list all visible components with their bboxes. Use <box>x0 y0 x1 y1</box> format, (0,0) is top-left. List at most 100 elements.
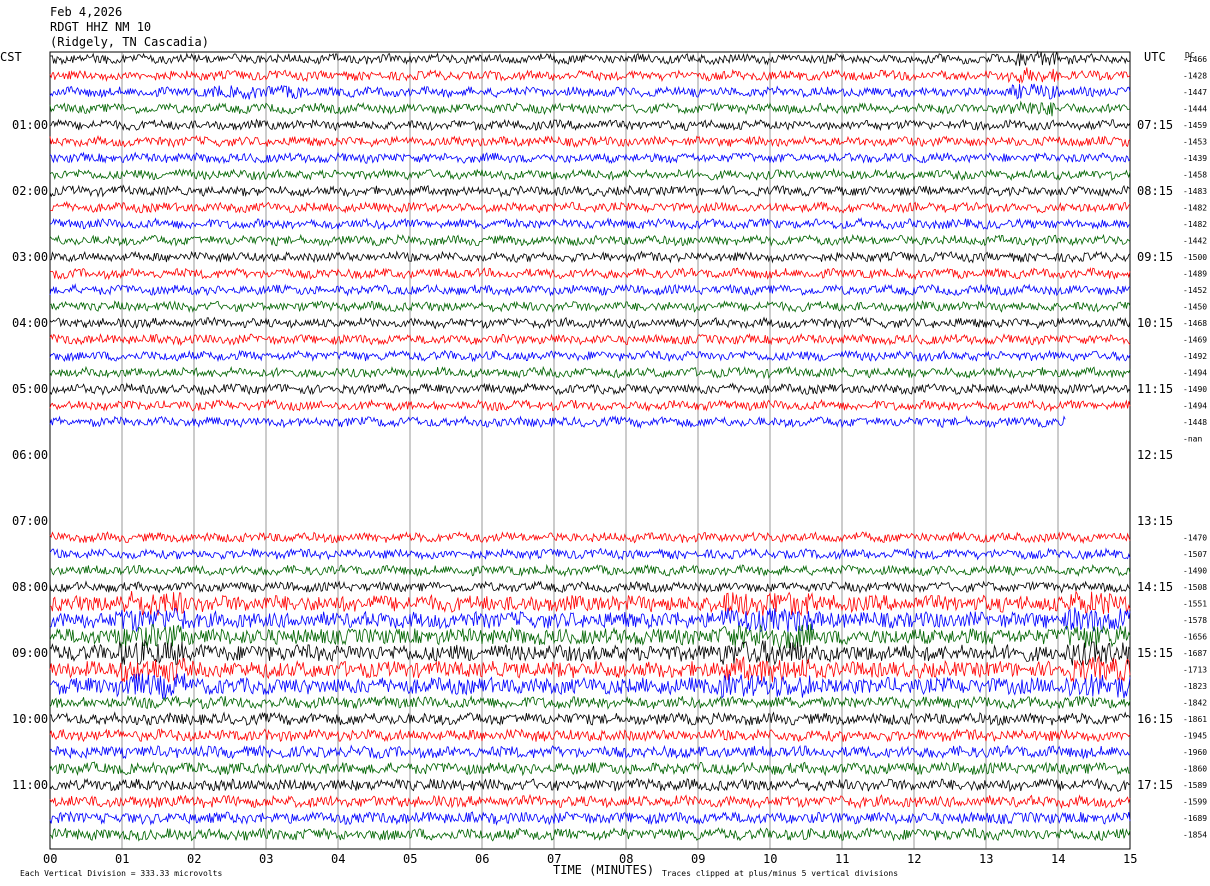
dc-offset-label: -1468 <box>1183 319 1207 328</box>
clip-note: Traces clipped at plus/minus 5 vertical … <box>662 869 898 878</box>
dc-offset-label: -1458 <box>1183 171 1207 180</box>
x-tick-label: 04 <box>331 852 345 866</box>
trace-line <box>49 810 1131 826</box>
dc-offset-label: -1713 <box>1183 666 1207 675</box>
trace-line <box>49 580 1131 594</box>
left-hour-label: 06:00 <box>12 448 48 462</box>
dc-offset-label: -1492 <box>1183 352 1207 361</box>
dc-offset-label: -1599 <box>1183 798 1207 807</box>
dc-offset-label: -1444 <box>1183 105 1207 114</box>
dc-offset-label: -1854 <box>1183 831 1207 840</box>
trace-line <box>49 217 1131 231</box>
dc-offset-label: -1447 <box>1183 88 1207 97</box>
trace-line <box>49 67 1131 84</box>
right-hour-label: 09:15 <box>1137 250 1173 264</box>
right-hour-label: 13:15 <box>1137 514 1173 528</box>
station-code: RDGT HHZ NM 10 <box>50 20 151 34</box>
dc-offset-label: -1861 <box>1183 715 1207 724</box>
station-location: (Ridgely, TN Cascadia) <box>50 35 209 49</box>
x-tick-label: 06 <box>475 852 489 866</box>
right-hour-label: 11:15 <box>1137 382 1173 396</box>
trace-line <box>49 607 1131 633</box>
dc-offset-label: -1489 <box>1183 270 1207 279</box>
trace-line <box>49 283 1131 297</box>
right-hour-label: 17:15 <box>1137 778 1173 792</box>
dc-offset-label: -1470 <box>1183 534 1207 543</box>
trace-line <box>49 777 1131 792</box>
x-tick-label: 00 <box>43 852 57 866</box>
trace-line <box>49 266 1131 281</box>
x-tick-label: 05 <box>403 852 417 866</box>
trace-line <box>49 333 1131 347</box>
x-tick-label: 03 <box>259 852 273 866</box>
dc-offset-label: -1507 <box>1183 550 1207 559</box>
dc-offset-label: -1823 <box>1183 682 1207 691</box>
right-hour-label: 14:15 <box>1137 580 1173 594</box>
dc-offset-label: -1494 <box>1183 369 1207 378</box>
trace-line <box>49 200 1131 214</box>
left-timezone-label: CST <box>0 50 22 64</box>
left-hour-label: 05:00 <box>12 382 48 396</box>
dc-offset-label: -1589 <box>1183 781 1207 790</box>
dc-offset-label: -1439 <box>1183 154 1207 163</box>
trace-line <box>49 100 1131 117</box>
right-hour-label: 08:15 <box>1137 184 1173 198</box>
left-hour-label: 11:00 <box>12 778 48 792</box>
dc-offset-label: -1466 <box>1183 55 1207 64</box>
dc-offset-label: -1490 <box>1183 385 1207 394</box>
trace-line <box>49 184 1131 198</box>
trace-line <box>49 547 1131 561</box>
dc-offset-label: -1482 <box>1183 204 1207 213</box>
dc-offset-labels: -1466 -1428 -1447 -1444 -1459 -1453 -1439 -1458… <box>1183 55 1207 840</box>
dc-offset-label: -1945 <box>1183 732 1207 741</box>
dc-offset-label: -1500 <box>1183 253 1207 262</box>
x-tick-label: 11 <box>835 852 849 866</box>
trace-line <box>49 382 1131 396</box>
dc-offset-label: -1960 <box>1183 748 1207 757</box>
x-tick-label: 12 <box>907 852 921 866</box>
dc-offset-label: -1452 <box>1183 286 1207 295</box>
dc-offset-label: -1860 <box>1183 765 1207 774</box>
trace-line <box>50 250 1131 264</box>
left-hour-label: 03:00 <box>12 250 48 264</box>
trace-line <box>49 761 1131 777</box>
dc-offset-label: -1483 <box>1183 187 1207 196</box>
trace-line <box>49 349 1131 363</box>
trace-line <box>49 793 1131 810</box>
dc-offset-label: -1428 <box>1183 72 1207 81</box>
dc-offset-label: -1450 <box>1183 303 1207 312</box>
left-hour-label: 07:00 <box>12 514 48 528</box>
x-tick-label: 09 <box>691 852 705 866</box>
dc-offset-label: -1442 <box>1183 237 1207 246</box>
trace-line <box>49 531 1131 545</box>
right-hour-label: 10:15 <box>1137 316 1173 330</box>
left-hour-label: 10:00 <box>12 712 48 726</box>
left-hour-label: 08:00 <box>12 580 48 594</box>
helicorder-chart: Feb 4,2026 RDGT HHZ NM 10 (Ridgely, TN C… <box>0 5 1207 878</box>
x-tick-label: 14 <box>1051 852 1065 866</box>
trace-line <box>49 694 1131 710</box>
left-hour-label: 09:00 <box>12 646 48 660</box>
right-hour-label: 07:15 <box>1137 118 1173 132</box>
dc-offset-label: -1508 <box>1183 583 1207 592</box>
dc-offset-label: -1578 <box>1183 616 1207 625</box>
dc-offset-label: -nan <box>1183 435 1202 444</box>
dc-offset-label: -1494 <box>1183 402 1207 411</box>
trace-line <box>49 118 1131 132</box>
trace-line <box>49 590 1131 617</box>
trace-line <box>49 623 1131 651</box>
trace-line <box>49 827 1131 842</box>
right-hour-labels: 07:15 08:15 09:15 10:15 11:15 12:15 13:15 14:15… <box>1137 118 1173 792</box>
scale-note: Each Vertical Division = 333.33 microvol… <box>20 869 222 878</box>
trace-line <box>49 365 1131 380</box>
trace-line <box>50 50 1131 67</box>
left-hour-label: 01:00 <box>12 118 48 132</box>
left-hour-label: 02:00 <box>12 184 48 198</box>
right-timezone-label: UTC <box>1144 50 1166 64</box>
dc-offset-label: -1687 <box>1183 649 1207 658</box>
x-tick-label: 15 <box>1123 852 1137 866</box>
dc-offset-label: -1482 <box>1183 220 1207 229</box>
x-tick-label: 13 <box>979 852 993 866</box>
dc-offset-label: -1453 <box>1183 138 1207 147</box>
x-tick-label: 02 <box>187 852 201 866</box>
